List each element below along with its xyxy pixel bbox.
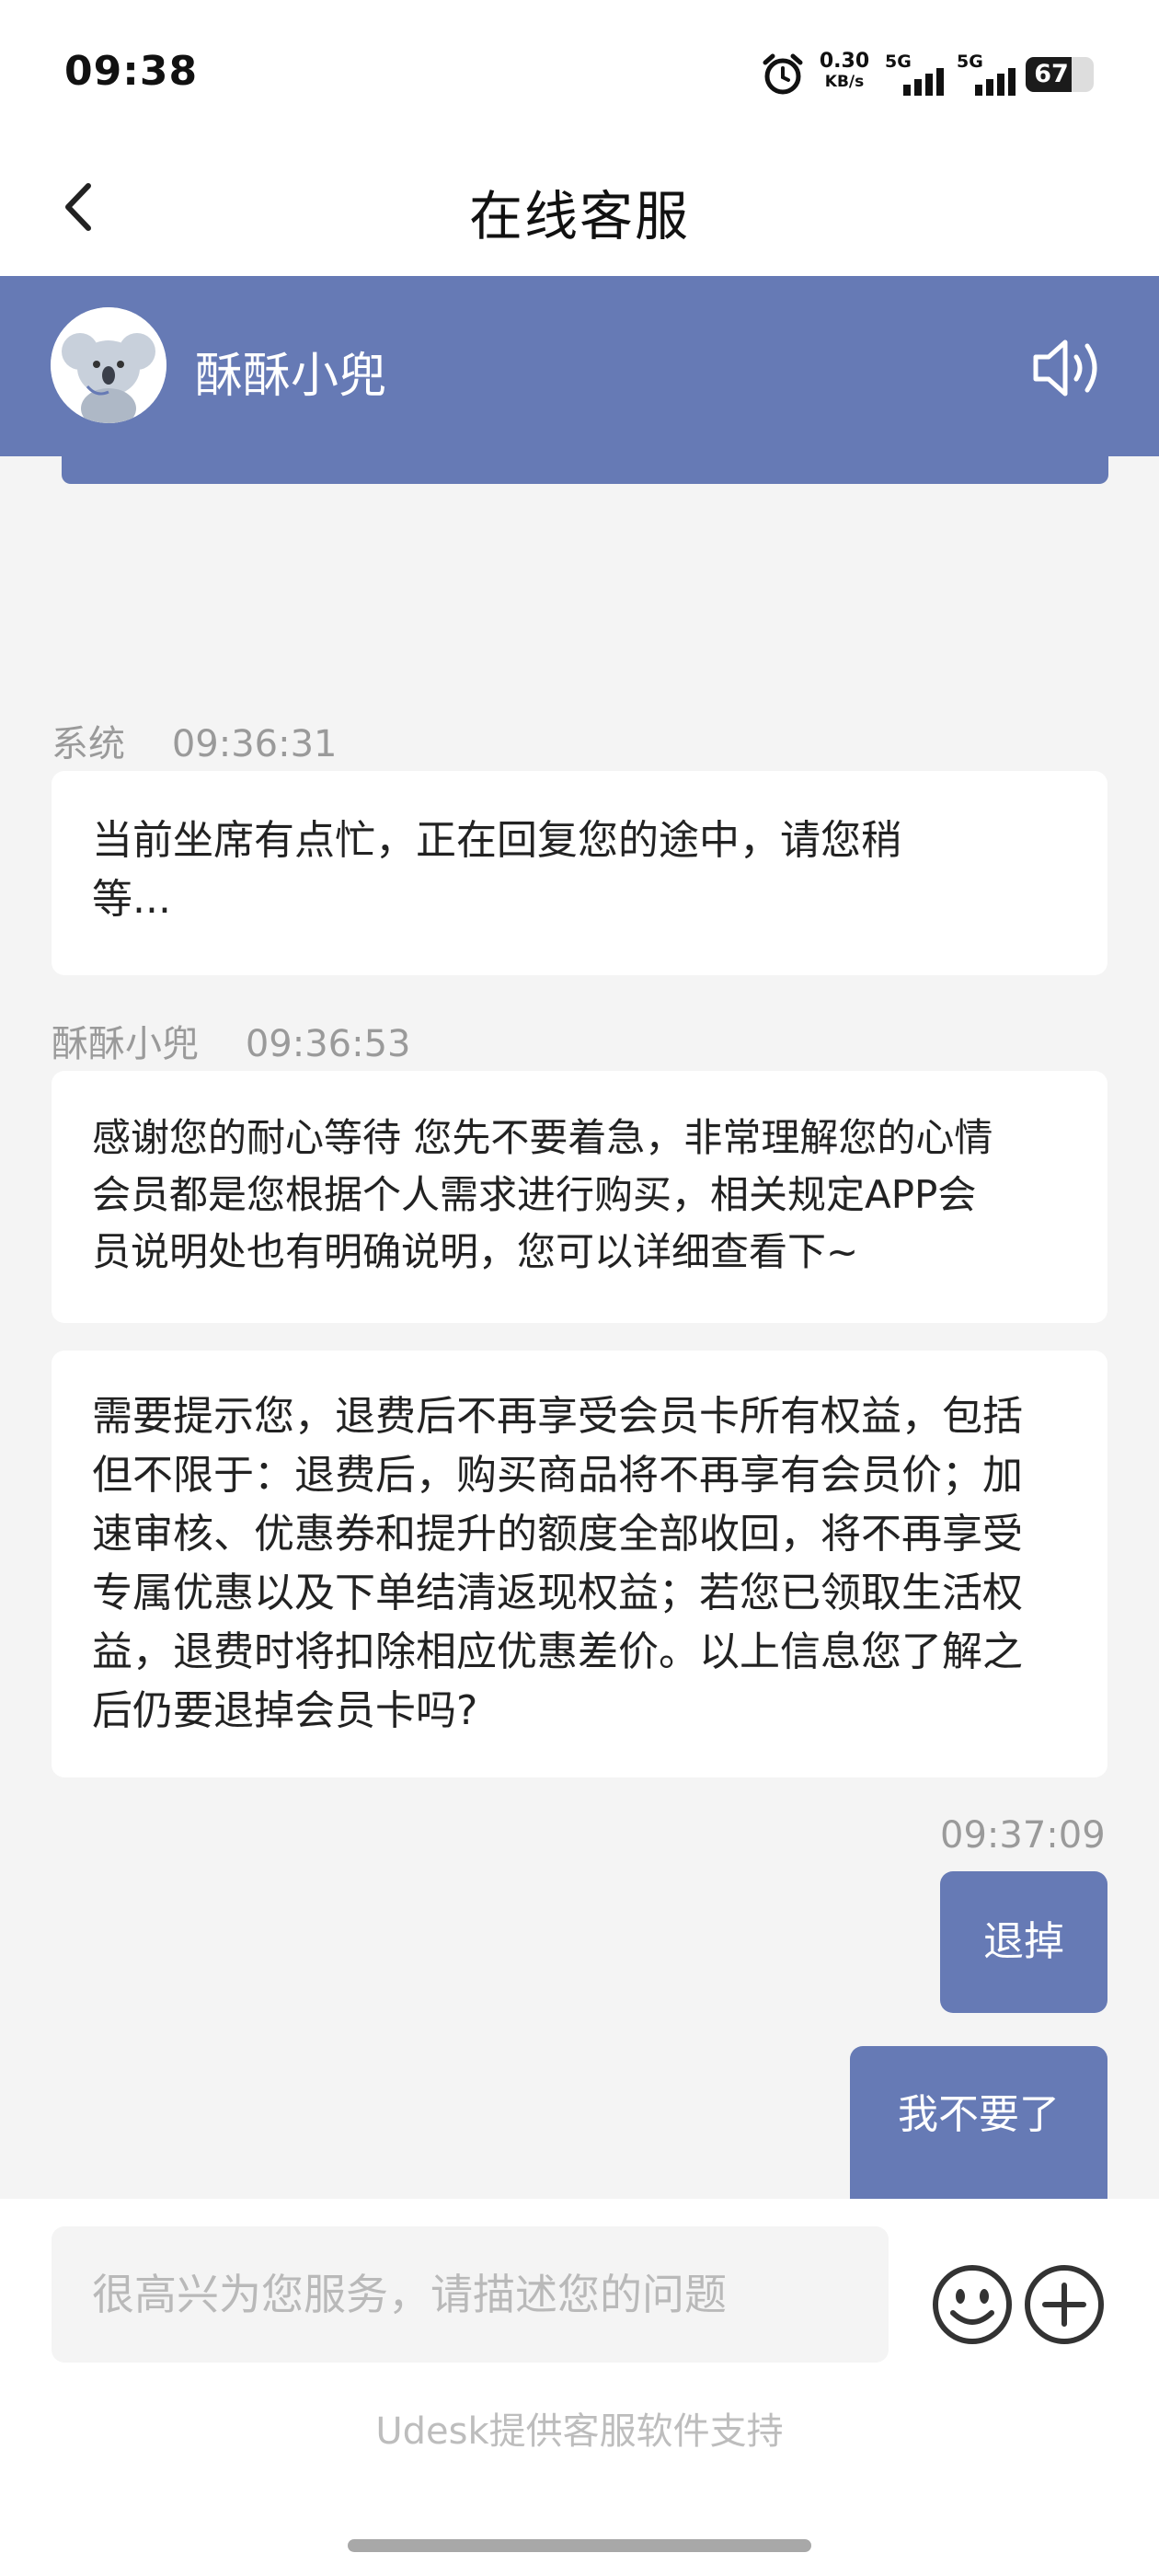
user-message-bubble: 退掉 [940,1871,1107,2013]
message-input[interactable]: 很高兴为您服务，请描述您的问题 [52,2226,889,2363]
agent-header [0,276,1159,456]
message-line: 会员都是您根据个人需求进行购买，相关规定APP会 [92,1172,977,1217]
message-time: 09:36:31 [171,723,338,765]
signal-sim1: 5G [885,52,958,98]
status-bar: 09:38 0.30 KB/s 5G 5G 67 [0,0,1159,138]
message-line: 后仍要退掉会员卡吗? [92,1687,478,1734]
battery-icon: 67 [1026,57,1094,92]
message-line: 但不限于：退费后，购买商品将不再享有会员价；加 [92,1452,1023,1499]
message-time: 09:36:53 [245,1023,411,1065]
signal-icon [975,68,1016,96]
footer-note: Udesk提供客服软件支持 [375,2410,784,2453]
message-bubble-agent: 感谢您的耐心等待 您先不要着急，非常理解您的心情 会员都是您根据个人需求进行购买… [52,1071,1107,1323]
message-line: 速审核、优惠券和提升的额度全部收回，将不再享受 [92,1511,1023,1558]
message-meta: 酥酥小兜 09:36:53 [52,1014,411,1067]
message-time: 09:37:09 [940,1814,1106,1857]
message-sender: 酥酥小兜 [52,1023,199,1065]
plus-icon[interactable] [1023,2263,1106,2346]
koala-avatar [51,307,166,423]
alarm-icon [763,53,803,95]
message-sender: 系统 [52,723,125,765]
signal-icon [903,68,944,96]
message-bubble-system: 当前坐席有点忙，正在回复您的途中，请您稍 等... [52,771,1107,975]
net-speed-value: 0.30 [819,50,870,73]
message-line: 感谢您的耐心等待 您先不要着急，非常理解您的心情 [92,1115,993,1160]
emoji-icon[interactable] [931,2263,1014,2346]
home-indicator[interactable] [348,2539,811,2552]
title-bar: 在线客服 [0,138,1159,276]
battery-percent: 67 [1034,60,1069,88]
message-meta: 系统 09:36:31 [52,714,338,767]
net-speed: 0.30 KB/s [817,52,872,92]
message-line: 需要提示您，退费后不再享受会员卡所有权益，包括 [92,1393,1023,1440]
status-time: 09:38 [64,48,199,95]
message-line: 益，退费时将扣除相应优惠差价。以上信息您了解之 [92,1628,1023,1675]
speaker-icon[interactable] [1028,333,1107,403]
user-message-bubble: 我不要了 [850,2046,1107,2199]
page-title: 在线客服 [468,185,690,247]
message-line: 员说明处也有明确说明，您可以详细查看下~ [92,1229,859,1274]
signal-sim2: 5G [957,52,1030,98]
message-line: 专属优惠以及下单结清返现权益；若您已领取生活权 [92,1570,1023,1616]
agent-name: 酥酥小兜 [195,349,387,404]
message-line: 等... [92,876,171,923]
message-line: 当前坐席有点忙，正在回复您的途中，请您稍 [92,817,901,864]
message-bubble-agent: 需要提示您，退费后不再享受会员卡所有权益，包括 但不限于：退费后，购买商品将不再… [52,1351,1107,1777]
net-speed-unit: KB/s [824,73,865,91]
